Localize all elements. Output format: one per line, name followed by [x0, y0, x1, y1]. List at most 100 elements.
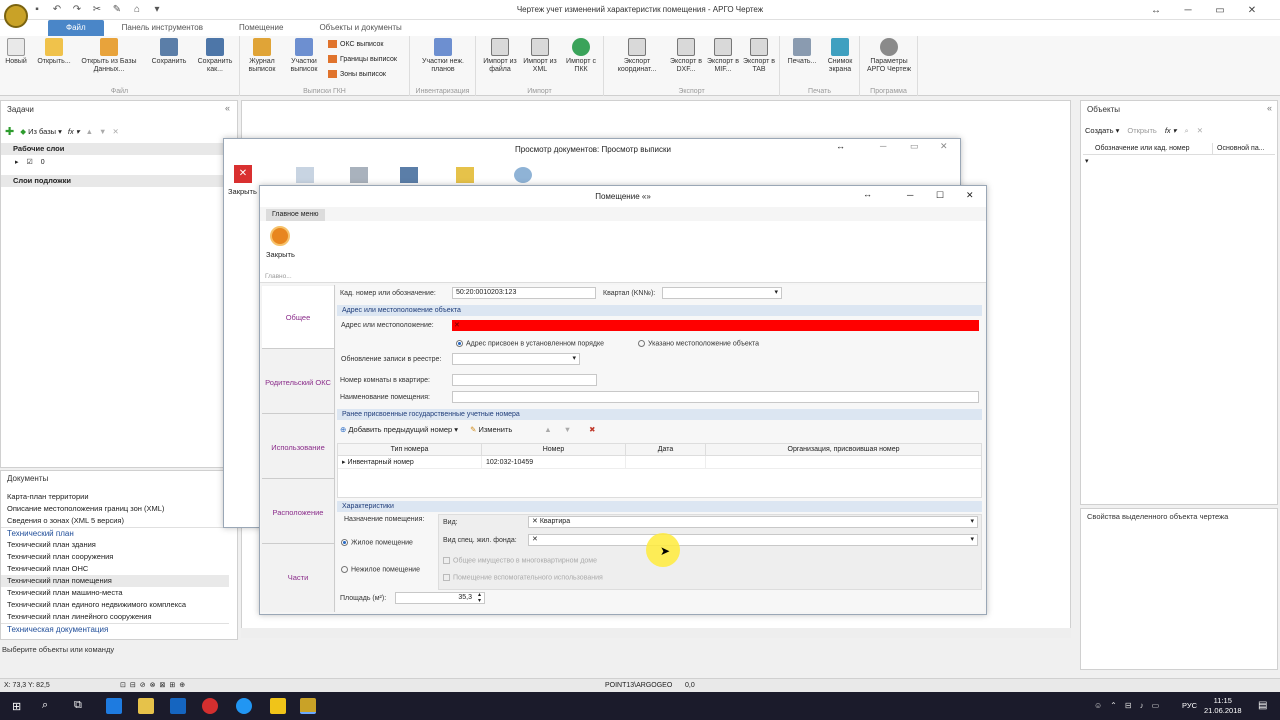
resize-icon[interactable]: ↔: [836, 141, 845, 151]
column-header[interactable]: Организация, присвоившая номер: [706, 444, 981, 455]
nav-location[interactable]: Расположение: [262, 481, 334, 544]
column-header[interactable]: Тип номера: [338, 444, 482, 455]
table-row[interactable]: ▸ Инвентарный номер 102:032-10459: [338, 456, 981, 469]
nav-parent-oks[interactable]: Родительский ОКС: [262, 351, 334, 414]
maximize-button[interactable]: ▭: [910, 141, 919, 152]
tab-room[interactable]: Помещение: [221, 20, 301, 36]
maximize-button[interactable]: ▭: [1204, 0, 1236, 20]
area-input[interactable]: 35,3: [395, 592, 485, 604]
export-mif-button[interactable]: Экспорт в MIF...: [706, 38, 740, 74]
documents-group-header[interactable]: Технический план: [1, 527, 229, 539]
document-list-item[interactable]: Сведения о зонах (XML 5 версия): [1, 515, 229, 527]
close-doc-icon[interactable]: ✕: [234, 165, 252, 183]
collapse-icon[interactable]: «: [225, 103, 230, 113]
radio-address-assigned[interactable]: Адрес присвоен в установленном порядке: [456, 340, 604, 347]
close-button[interactable]: ✕: [966, 190, 974, 201]
edit-button[interactable]: ✎ Изменить: [470, 425, 512, 434]
export-dxf-button[interactable]: Экспорт в DXF...: [668, 38, 704, 74]
maximize-button[interactable]: ☐: [936, 190, 944, 201]
snap-icon[interactable]: ⊘: [140, 679, 146, 693]
open-object-button[interactable]: Открыть: [1127, 126, 1156, 136]
down-icon[interactable]: ▼: [99, 127, 106, 136]
preview-icon[interactable]: [296, 167, 314, 183]
update-select[interactable]: ▾: [452, 353, 580, 365]
import-pkk-button[interactable]: Импорт с ПКК: [562, 38, 600, 74]
refresh-icon[interactable]: [514, 167, 532, 183]
document-list-item[interactable]: Технический план единого недвижимого ком…: [1, 599, 229, 611]
outlook-icon[interactable]: [170, 698, 186, 714]
cad-number-input[interactable]: 50:20:0010203:123: [452, 287, 596, 299]
close-button[interactable]: ✕: [1236, 0, 1268, 20]
chevron-up-icon[interactable]: ⌃: [1110, 701, 1117, 710]
settings-button[interactable]: Параметры АРГО Чертеж: [862, 38, 916, 74]
document-list-item[interactable]: Технический план машино-места: [1, 587, 229, 599]
down-icon[interactable]: ▼: [564, 425, 571, 434]
nav-general[interactable]: Общее: [262, 286, 334, 349]
snap-icon[interactable]: ⊗: [150, 679, 156, 693]
messenger-icon[interactable]: [236, 698, 252, 714]
export-icon[interactable]: [456, 167, 474, 183]
document-list-item[interactable]: Технический план линейного сооружения: [1, 611, 229, 623]
nav-usage[interactable]: Использование: [262, 416, 334, 479]
print-button[interactable]: Печать...: [784, 38, 820, 66]
open-button[interactable]: Открыть...: [32, 38, 76, 66]
minimize-button[interactable]: ─: [880, 141, 886, 151]
app-icon[interactable]: [270, 698, 286, 714]
close-dialog-button[interactable]: Закрыть: [266, 250, 295, 259]
snap-icon[interactable]: ⊟: [130, 679, 136, 693]
fx-icon[interactable]: fx ▾: [68, 127, 80, 136]
screenshot-button[interactable]: Снимок экрана: [822, 38, 858, 74]
up-icon[interactable]: ▲: [86, 127, 93, 136]
kvartal-select[interactable]: ▾: [662, 287, 782, 299]
borders-extracts-button[interactable]: Границы выписок: [328, 55, 397, 63]
common-property-checkbox[interactable]: Общее имущество в многоквартирном доме: [443, 557, 597, 564]
resize-icon[interactable]: ↔: [1140, 0, 1172, 20]
create-button[interactable]: Создать ▾: [1085, 126, 1119, 136]
checkbox-checked-icon[interactable]: ☑: [27, 158, 33, 166]
kind-select[interactable]: ✕ Квартира ▾: [528, 516, 978, 528]
document-list-item[interactable]: Технический план здания: [1, 539, 229, 551]
snap-icon[interactable]: ⊕: [179, 679, 185, 693]
document-list-item[interactable]: Технический план помещения: [1, 575, 229, 587]
horizontal-scrollbar[interactable]: [241, 628, 1071, 638]
opera-icon[interactable]: [202, 698, 218, 714]
snap-icon[interactable]: ⊠: [160, 679, 166, 693]
from-db-button[interactable]: ◆ Из базы ▾: [20, 127, 62, 136]
zoom-icon[interactable]: ⌕: [1185, 126, 1189, 136]
save-button[interactable]: Сохранить: [146, 38, 192, 66]
working-layers-header[interactable]: Рабочие слои: [1, 143, 237, 155]
clear-icon[interactable]: ✕: [532, 536, 538, 543]
open-db-button[interactable]: Открыть из Базы Данных...: [80, 38, 138, 74]
delete-icon[interactable]: ✕: [112, 127, 118, 136]
up-icon[interactable]: ▲: [544, 425, 551, 434]
tab-toolbar[interactable]: Панель инструментов: [104, 20, 221, 36]
radio-location-specified[interactable]: Указано местоположение объекта: [638, 340, 759, 347]
underlay-layers-header[interactable]: Слои подложки: [1, 175, 237, 187]
windows-start-icon[interactable]: ⊞: [12, 700, 21, 713]
snap-icon[interactable]: ⊡: [120, 679, 126, 693]
argo-app-icon[interactable]: [300, 698, 316, 714]
tab-file[interactable]: Файл: [48, 20, 104, 36]
language-indicator[interactable]: РУС: [1182, 701, 1197, 710]
column-main[interactable]: Основной па...: [1213, 143, 1265, 154]
app-logo-icon[interactable]: [4, 4, 28, 28]
parcels-button[interactable]: Участки выписок: [286, 38, 322, 74]
special-fund-select[interactable]: ✕ ▾: [528, 534, 978, 546]
minimize-button[interactable]: ─: [1172, 0, 1204, 20]
resize-icon[interactable]: ↔: [863, 189, 872, 199]
search-icon[interactable]: ⌕: [42, 699, 48, 712]
task-view-icon[interactable]: ⧉: [74, 699, 82, 712]
column-designation[interactable]: Обозначение или кад. номер: [1083, 143, 1213, 154]
layer-row[interactable]: ▸ ☑ 0: [15, 158, 45, 167]
new-button[interactable]: Новый: [3, 38, 29, 66]
radio-living[interactable]: Жилое помещение: [341, 539, 413, 546]
close-button[interactable]: ✕: [940, 141, 948, 152]
export-coords-button[interactable]: Экспорт координат...: [610, 38, 664, 74]
tab-objects-docs[interactable]: Объекты и документы: [301, 20, 419, 36]
spin-icon[interactable]: ▴ ▾: [478, 592, 481, 604]
document-list-item[interactable]: Технический план ОНС: [1, 563, 229, 575]
nav-parts[interactable]: Части: [262, 546, 334, 609]
room-number-input[interactable]: [452, 374, 597, 386]
journal-button[interactable]: Журнал выписок: [244, 38, 280, 74]
add-icon[interactable]: ✚: [5, 125, 14, 138]
